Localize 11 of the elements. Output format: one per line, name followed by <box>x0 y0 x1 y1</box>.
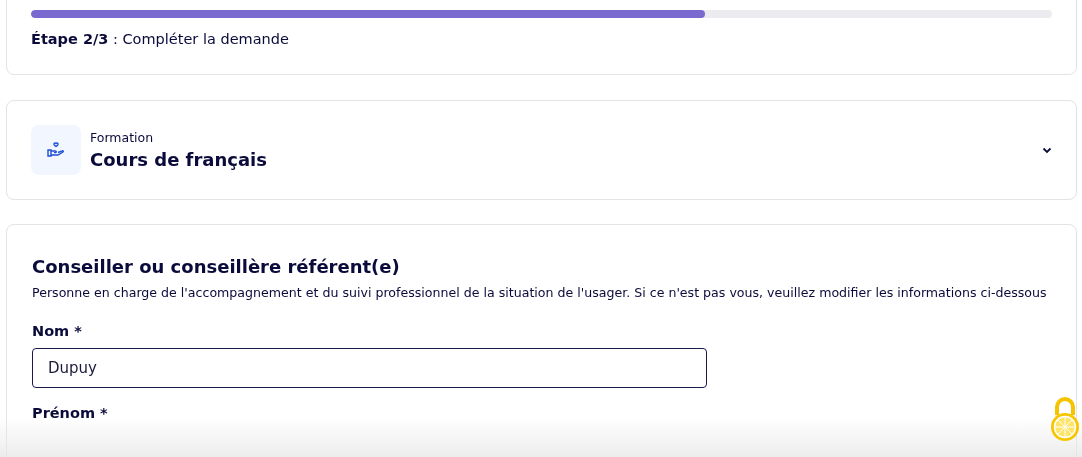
field-label: Nom * <box>32 323 83 339</box>
service-card[interactable]: Formation Cours de français <box>6 100 1077 200</box>
step-text: Étape 2/3 : Compléter la demande <box>31 31 290 47</box>
service-title: Cours de français <box>90 149 268 170</box>
section-description: Personne en charge de l'accompagnement et du suivi professionnel de la situation de l'usager. Si ce n'est pas vous, veuillez modifier les informations ci-dessous <box>32 284 1048 302</box>
chevron-icon[interactable] <box>1042 146 1052 154</box>
service-category: Formation <box>90 130 155 145</box>
field-label: Prénom * <box>32 405 109 421</box>
section-title: Conseiller ou conseillère référent(e) <box>32 256 401 277</box>
hand-heart-icon <box>47 142 65 158</box>
input-field[interactable]: Dupuy <box>32 348 707 388</box>
